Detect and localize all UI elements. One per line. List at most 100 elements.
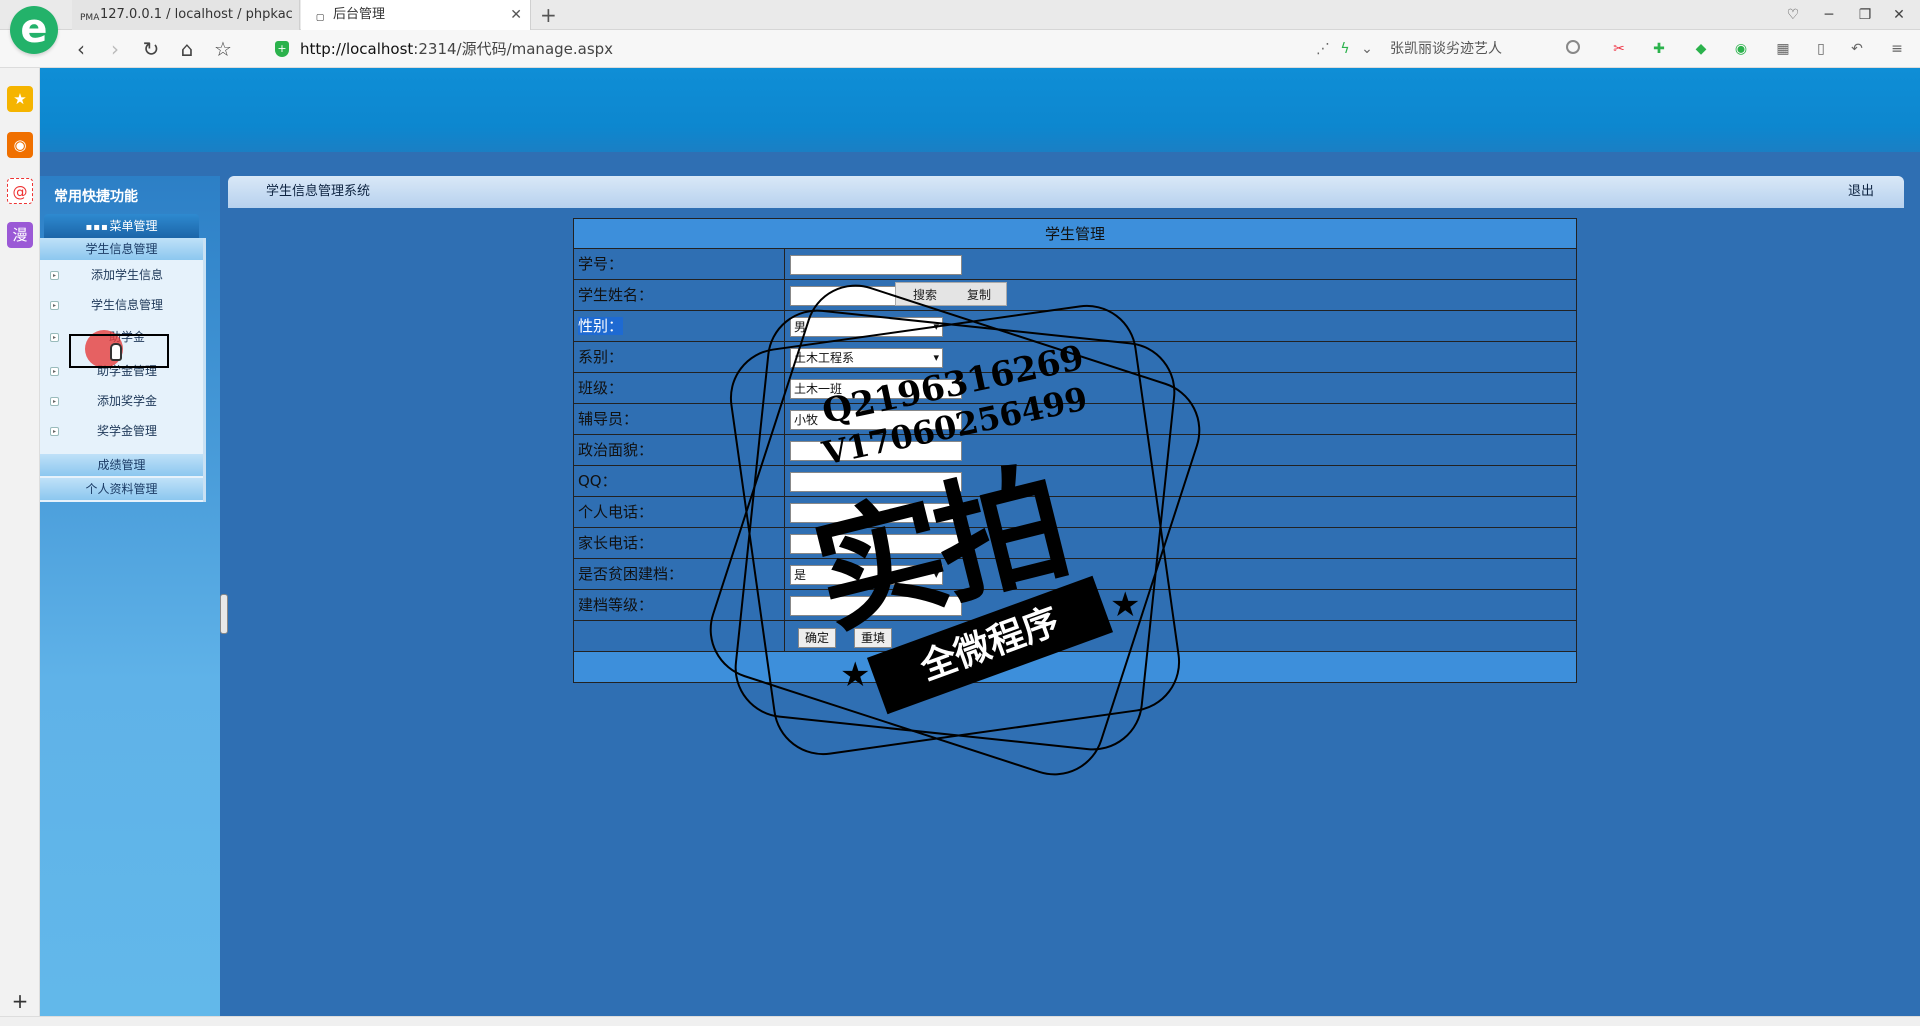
add-icon[interactable]: + — [7, 988, 33, 1014]
text-field[interactable] — [790, 503, 962, 523]
extension-icon[interactable]: ✚ — [1648, 40, 1670, 58]
text-field[interactable]: 小牧 — [790, 410, 962, 430]
url-path: :2314/源代码/manage.aspx — [413, 40, 614, 58]
close-window-button[interactable]: ✕ — [1884, 0, 1914, 30]
close-tab-icon[interactable]: ✕ — [510, 0, 522, 30]
browser-sidebar: ★ ◉ @ 漫 + — [0, 68, 40, 1016]
form-row: 个人电话： — [574, 497, 1576, 528]
left-panel: 常用快捷功能 ▪▪▪菜单管理 学生信息管理 ▸ 添加学生信息 ▸ 学生信息管理 ▸ 助… — [40, 176, 220, 1016]
back-icon[interactable]: ‹ — [68, 36, 94, 62]
main-titlebar: 学生信息管理系统 退出 — [228, 176, 1904, 208]
text-field[interactable]: 土木一班 — [790, 379, 962, 399]
menu-item-add-scholarship[interactable]: ▸ 添加奖学金 — [40, 388, 203, 414]
system-title: 学生信息管理系统 — [266, 184, 371, 199]
bullet-icon: ▸ — [50, 397, 59, 406]
field-label: 家长电话： — [574, 528, 785, 558]
menu-icon[interactable]: ≡ — [1886, 40, 1908, 58]
star-icon[interactable]: ★ — [7, 86, 33, 112]
bullet-icon: ▸ — [50, 367, 59, 376]
field-label: 班级： — [574, 373, 785, 403]
forward-icon[interactable]: › — [102, 36, 128, 62]
browser-logo-icon[interactable]: e — [10, 6, 58, 54]
minimize-button[interactable]: ─ — [1814, 0, 1844, 30]
url-host: http://localhost — [300, 40, 414, 58]
apps-icon[interactable]: ▦ — [1772, 40, 1794, 58]
form-row: 性别： 男 — [574, 311, 1576, 342]
home-icon[interactable]: ⌂ — [174, 36, 200, 62]
tab-admin[interactable]: ▢ 后台管理 ✕ — [301, 0, 531, 30]
search-icon[interactable] — [1566, 40, 1580, 54]
email-icon[interactable]: @ — [7, 178, 33, 204]
copy-popup-button[interactable]: 复制 — [953, 286, 1005, 304]
select-field[interactable]: 男 — [790, 317, 943, 337]
text-field[interactable] — [790, 596, 962, 616]
refresh-icon[interactable]: ↻ — [138, 36, 164, 62]
menu-item-label: 奖学金管理 — [96, 424, 157, 438]
share-icon[interactable]: ⋰ — [1312, 40, 1334, 58]
text-field[interactable] — [790, 441, 962, 461]
search-input[interactable]: 张凯丽谈劣迹艺人 — [1390, 30, 1590, 68]
reading-icon[interactable]: ▯ — [1810, 40, 1832, 58]
favorite-icon[interactable]: ☆ — [210, 36, 236, 62]
empty-label-cell — [574, 621, 785, 651]
field-label-text: 性别： — [578, 317, 624, 335]
form-row: 政治面貌： — [574, 435, 1576, 466]
lightning-icon[interactable]: ϟ — [1334, 40, 1356, 58]
tab-label: 后台管理 — [333, 7, 386, 22]
menu-item-student-manage[interactable]: ▸ 学生信息管理 — [40, 292, 203, 318]
field-label-text: QQ： — [578, 472, 617, 490]
confirm-button[interactable]: 确定 — [798, 628, 837, 648]
grid-icon: ▪▪▪ — [85, 222, 109, 233]
game-icon[interactable]: ◉ — [1730, 40, 1752, 58]
select-field[interactable]: 是 — [790, 565, 943, 585]
field-label: 性别： — [574, 311, 785, 341]
section-grades[interactable]: 成绩管理 — [40, 454, 203, 476]
bullet-icon: ▸ — [50, 271, 59, 280]
search-popup-button[interactable]: 搜索 — [899, 286, 951, 304]
text-selection-popup: 搜索 复制 — [895, 282, 1007, 306]
secure-shield-icon: + — [275, 41, 289, 57]
menu-head[interactable]: ▪▪▪菜单管理 — [44, 214, 199, 238]
text-field[interactable] — [790, 534, 962, 554]
field-label-text: 辅导员： — [578, 410, 639, 428]
comic-icon[interactable]: 漫 — [7, 222, 33, 248]
bullet-icon: ▸ — [50, 427, 59, 436]
menu-item-scholarship-manage[interactable]: ▸ 奖学金管理 — [40, 418, 203, 444]
reset-button[interactable]: 重填 — [854, 628, 893, 648]
field-label-text: 家长电话： — [578, 534, 654, 552]
new-tab-button[interactable]: + — [540, 0, 557, 30]
dropdown-icon[interactable]: ⌄ — [1356, 40, 1378, 58]
page-favicon-icon: ▢ — [315, 13, 325, 23]
restore-button[interactable]: ❐ — [1850, 0, 1880, 30]
bullet-icon: ▸ — [50, 333, 59, 342]
field-label-text: 学号： — [578, 255, 624, 273]
app-header — [40, 68, 1920, 152]
field-label-text: 学生姓名： — [578, 286, 654, 304]
tab-phpmyadmin[interactable]: PMA127.0.0.1 / localhost / phpkac — [72, 0, 300, 30]
field-label-text: 建档等级： — [578, 596, 654, 614]
menu-box: 学生信息管理 ▸ 添加学生信息 ▸ 学生信息管理 ▸ 助学金 ▸ 助学金管理 ▸ 添加奖学… — [40, 238, 206, 502]
scissors-icon[interactable]: ✂ — [1608, 40, 1630, 58]
logout-link[interactable]: 退出 — [1848, 176, 1874, 208]
form-row: 是否贫困建档： 是 — [574, 559, 1576, 590]
text-field[interactable] — [790, 472, 962, 492]
section-profile[interactable]: 个人资料管理 — [40, 478, 203, 500]
url-field[interactable]: http://localhost:2314/源代码/manage.aspx — [300, 30, 613, 68]
form-row: 建档等级： — [574, 590, 1576, 621]
select-field[interactable]: 土木工程系 — [790, 348, 943, 368]
section-student-info[interactable]: 学生信息管理 — [40, 238, 203, 260]
menu-item-label: 学生信息管理 — [90, 298, 163, 312]
menu-item-add-student[interactable]: ▸ 添加学生信息 — [40, 262, 203, 288]
weibo-icon[interactable]: ◉ — [7, 132, 33, 158]
quick-functions-title: 常用快捷功能 — [54, 189, 138, 205]
form-row: 系别： 土木工程系 — [574, 342, 1576, 373]
skin-icon[interactable]: ♡ — [1778, 0, 1808, 30]
undo-icon[interactable]: ↶ — [1846, 40, 1868, 58]
field-label-text: 班级： — [578, 379, 624, 397]
text-field[interactable] — [790, 255, 962, 275]
hand-cursor-icon — [110, 343, 122, 361]
shield-icon[interactable]: ◆ — [1690, 40, 1712, 58]
form-row: 家长电话： — [574, 528, 1576, 559]
form-row: 学生姓名： — [574, 280, 1576, 311]
panel-collapse-handle[interactable] — [220, 594, 228, 634]
